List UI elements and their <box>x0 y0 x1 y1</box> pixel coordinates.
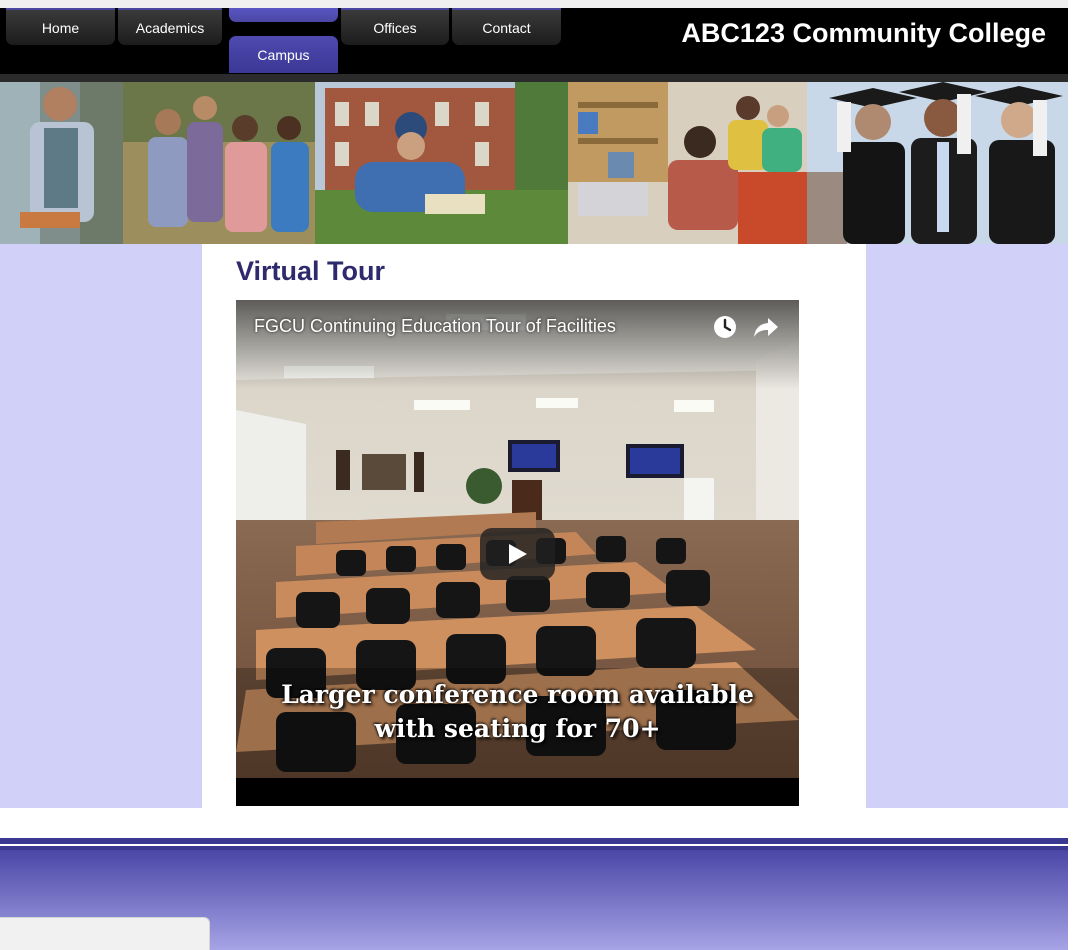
banner-photo-student-books <box>0 82 123 244</box>
nav-campus[interactable]: Campus <box>229 36 338 73</box>
nav-campus-accent <box>229 8 338 22</box>
banner-photo-dorm-room <box>568 82 807 244</box>
banner-photo-student-group <box>123 82 315 244</box>
nav-academics[interactable]: Academics <box>118 8 222 45</box>
nav-home-label: Home <box>41 19 80 36</box>
banner-photo-campus-lawn <box>315 82 568 244</box>
play-icon <box>508 544 527 564</box>
video-caption: Larger conference room available with se… <box>236 678 799 746</box>
nav-offices[interactable]: Offices <box>341 8 449 45</box>
footer-divider-top <box>0 838 1068 844</box>
nav-contact[interactable]: Contact <box>452 8 561 45</box>
nav-academics-label: Academics <box>135 19 205 36</box>
banner-photo-graduates <box>807 82 1068 244</box>
nav-home[interactable]: Home <box>6 8 115 45</box>
nav-offices-label: Offices <box>373 19 417 36</box>
nav-campus-label: Campus <box>257 46 310 63</box>
video-caption-line-1: Larger conference room available <box>281 680 754 709</box>
share-icon[interactable] <box>752 314 780 340</box>
site-title: ABC123 Community College <box>681 18 1046 48</box>
page: Home Academics Campus Offices Contact AB… <box>0 0 1075 950</box>
page-title: Virtual Tour <box>236 256 386 286</box>
play-button[interactable] <box>480 528 555 580</box>
right-side-panel <box>866 244 1068 808</box>
banner-photo-collage <box>0 82 1068 244</box>
left-side-panel <box>0 244 202 808</box>
video-player[interactable]: FGCU Continuing Education Tour of Facili… <box>236 300 799 806</box>
window-right-edge <box>1068 0 1075 950</box>
watch-later-icon[interactable] <box>712 314 738 340</box>
footer-panel-tab <box>0 917 210 950</box>
site-header: Home Academics Campus Offices Contact AB… <box>0 8 1068 78</box>
video-thumbnail: FGCU Continuing Education Tour of Facili… <box>236 300 799 778</box>
header-divider <box>0 74 1068 82</box>
video-caption-line-2: with seating for 70+ <box>374 714 661 743</box>
top-strip <box>0 0 1075 8</box>
nav-contact-label: Contact <box>482 19 531 36</box>
video-title[interactable]: FGCU Continuing Education Tour of Facili… <box>254 316 616 337</box>
